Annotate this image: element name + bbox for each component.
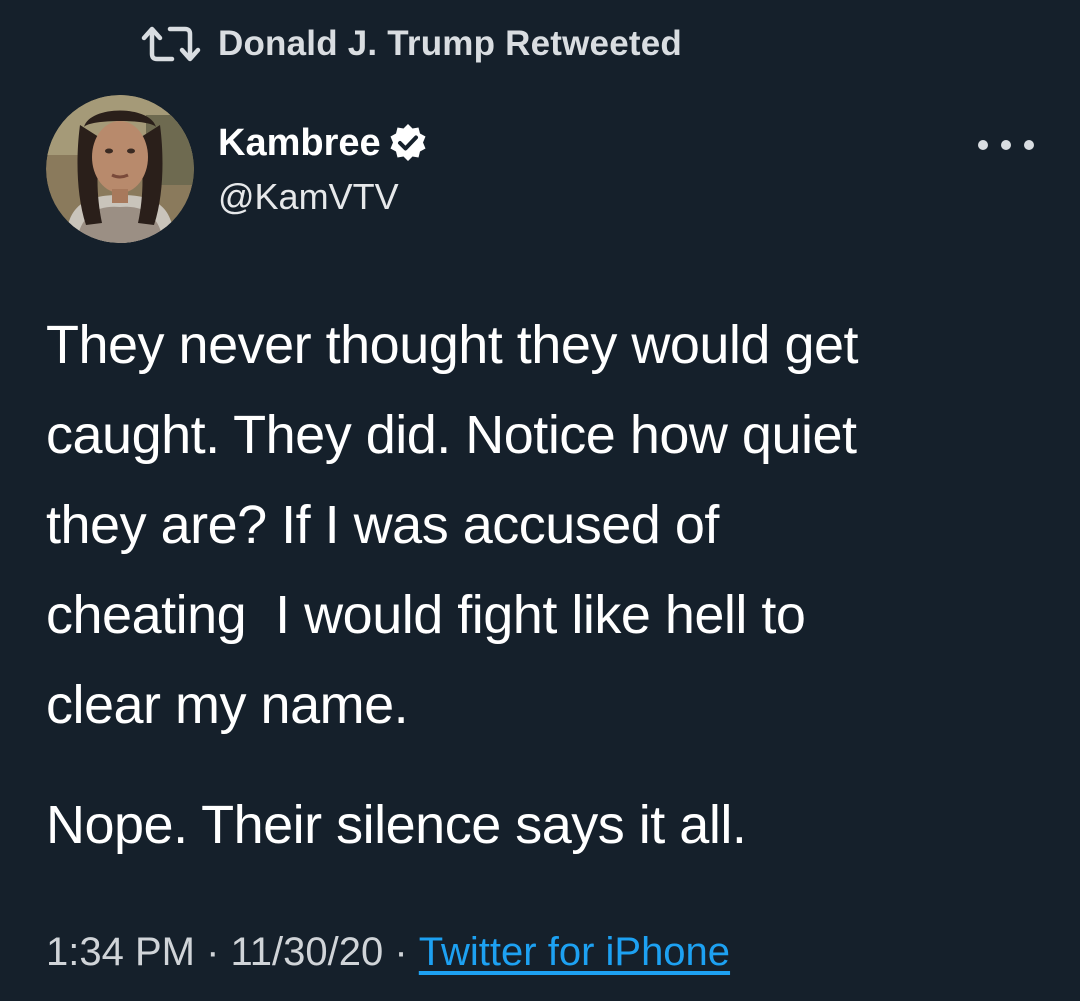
tweet-line: caught. They did. Notice how quiet [46,405,857,465]
retweet-header[interactable]: Donald J. Trump Retweeted [140,22,682,66]
more-dot [1001,140,1011,150]
more-options-icon[interactable] [978,130,1034,160]
retweet-icon [140,24,202,64]
display-name[interactable]: Kambree [218,122,381,165]
tweet-meta: 1:34 PM · 11/30/20 · Twitter for iPhone [46,930,730,975]
tweet-text: They never thought they would get caught… [46,300,1046,750]
more-dot [1024,140,1034,150]
meta-separator: · [383,930,419,974]
verified-badge-icon [387,122,429,164]
meta-separator: · [194,930,231,974]
tweet-line: they are? If I was accused of [46,495,719,555]
more-dot [978,140,988,150]
tweet-line: clear my name. [46,675,409,735]
avatar-photo [46,95,194,243]
tweet-date[interactable]: 11/30/20 [231,930,384,975]
tweet-paragraph-2: Nope. Their silence says it all. [46,795,747,855]
author-handle[interactable]: @KamVTV [218,176,399,218]
retweet-label: Donald J. Trump Retweeted [218,24,682,63]
tweet-source-link[interactable]: Twitter for iPhone [419,930,730,975]
avatar[interactable] [46,95,194,243]
author-name-row[interactable]: Kambree [218,118,429,168]
tweet-time[interactable]: 1:34 PM [46,930,195,975]
tweet-line: They never thought they would get [46,315,859,375]
tweet-line: cheating I would fight like hell to [46,585,806,645]
